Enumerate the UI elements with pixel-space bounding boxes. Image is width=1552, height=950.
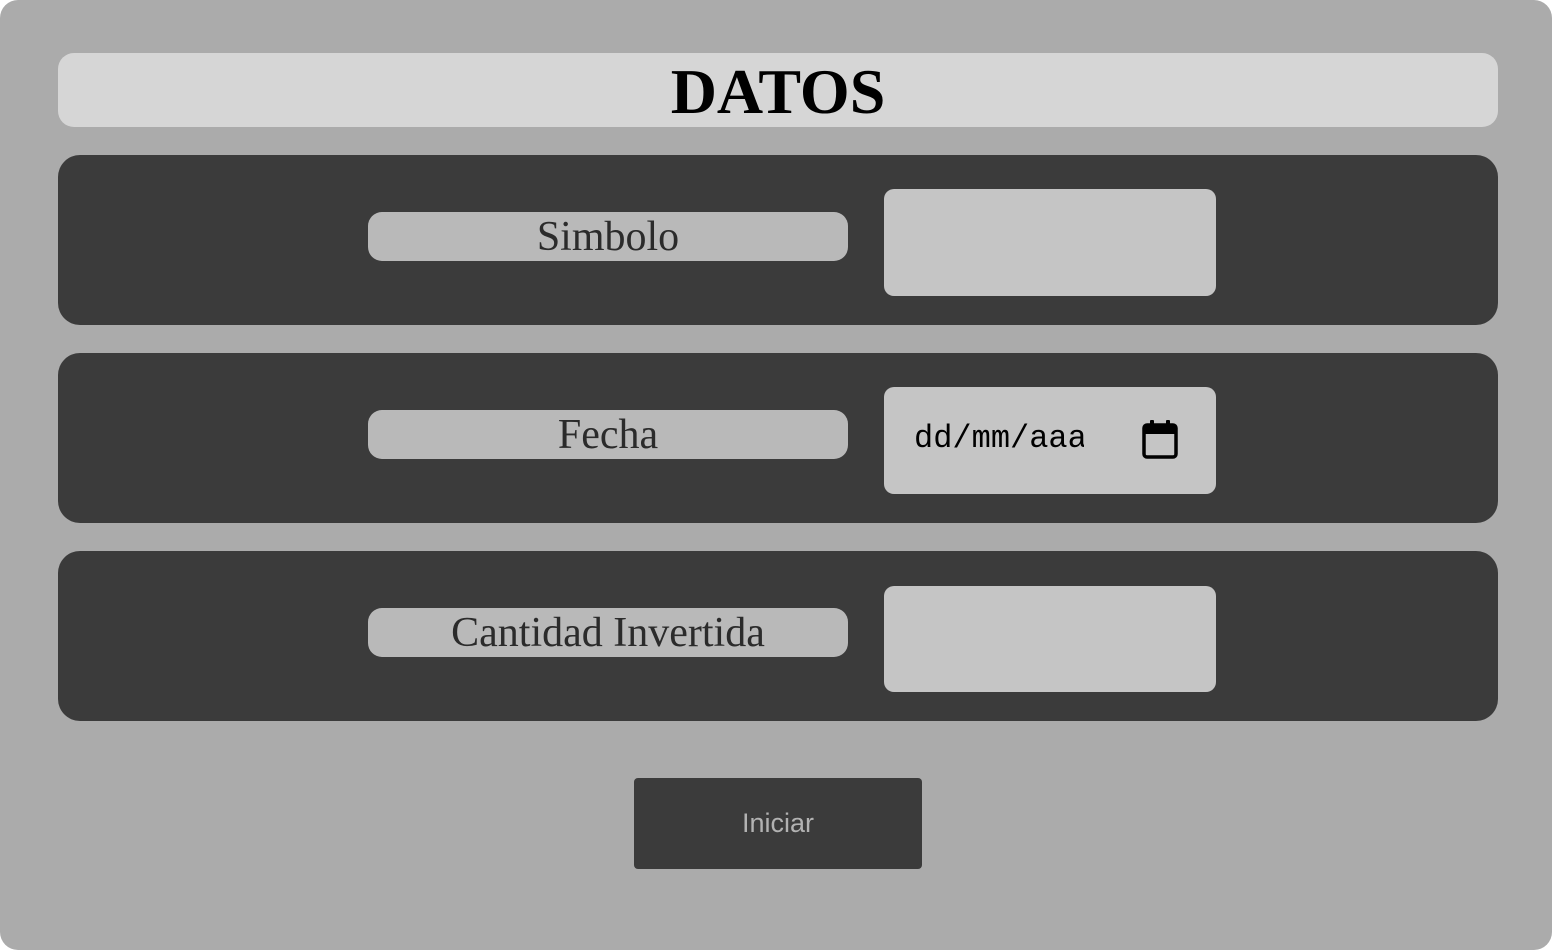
symbol-label: Simbolo xyxy=(368,212,848,261)
amount-label: Cantidad Invertida xyxy=(368,608,848,657)
page-title: DATOS xyxy=(670,56,886,127)
data-form-panel: DATOS Simbolo Fecha dd/mm/aaaa Cantidad … xyxy=(0,0,1552,950)
symbol-row: Simbolo xyxy=(58,155,1498,325)
amount-input[interactable] xyxy=(884,586,1216,692)
amount-input-box[interactable] xyxy=(884,586,1216,692)
date-row: Fecha dd/mm/aaaa xyxy=(58,353,1498,523)
start-button[interactable]: Iniciar xyxy=(634,778,922,869)
calendar-icon[interactable] xyxy=(1142,419,1178,459)
symbol-input[interactable] xyxy=(884,189,1216,296)
amount-row: Cantidad Invertida xyxy=(58,551,1498,721)
date-input[interactable]: dd/mm/aaaa xyxy=(884,387,1216,494)
symbol-input-box[interactable] xyxy=(884,189,1216,296)
date-placeholder: dd/mm/aaaa xyxy=(914,423,1084,455)
title-bar: DATOS xyxy=(58,53,1498,127)
date-label: Fecha xyxy=(368,410,848,459)
